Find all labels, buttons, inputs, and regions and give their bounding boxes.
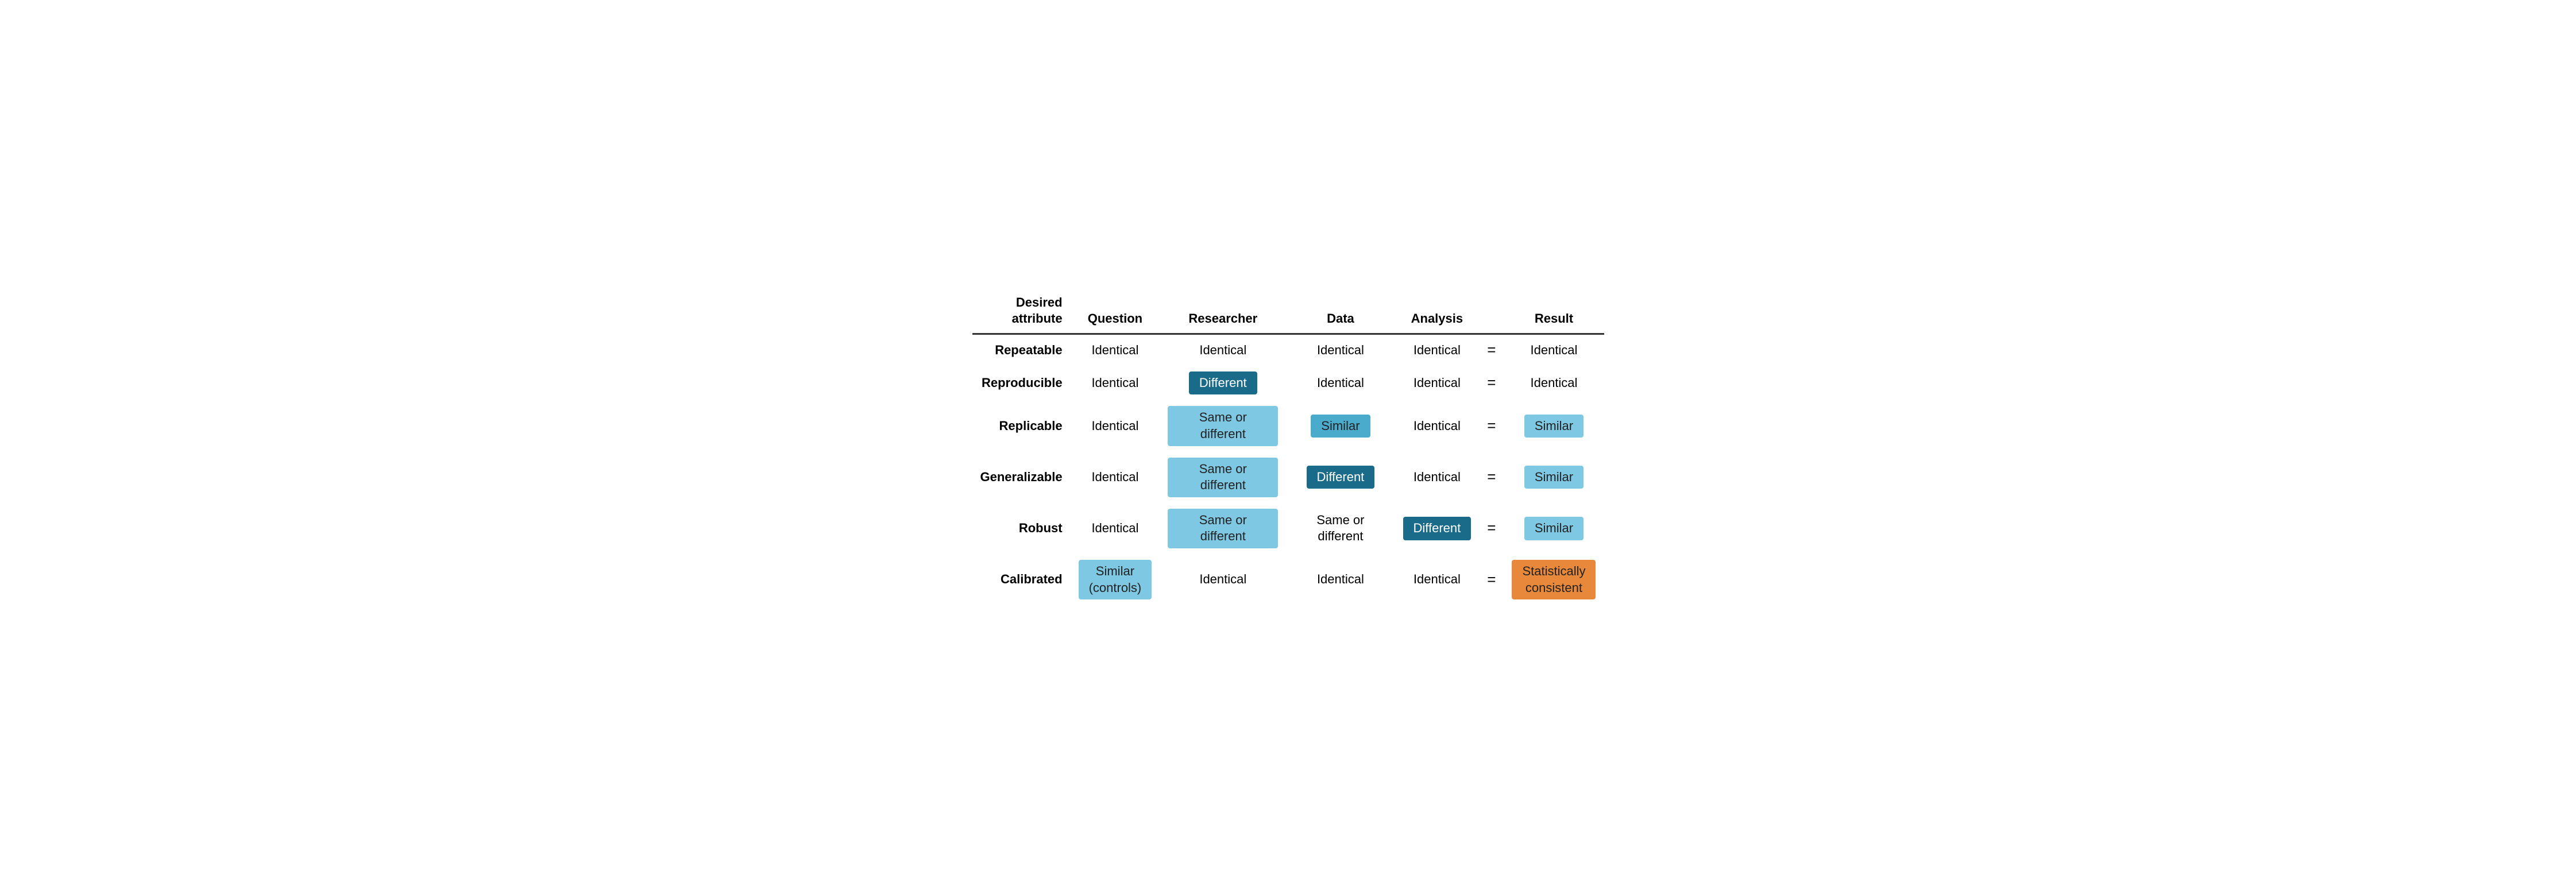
cell-analysis: Identical: [1395, 400, 1480, 451]
table-row: RobustIdenticalSame or differentSame or …: [972, 503, 1604, 554]
cell-equals: =: [1479, 334, 1504, 366]
cell-attribute: Calibrated: [972, 554, 1071, 605]
main-table-container: Desired attribute Question Researcher Da…: [972, 289, 1604, 605]
cell-attribute: Reproducible: [972, 366, 1071, 401]
cell-researcher: Same or different: [1160, 400, 1286, 451]
cell-result: Identical: [1504, 366, 1604, 401]
cell-question: Identical: [1071, 334, 1160, 366]
cell-question: Identical: [1071, 503, 1160, 554]
table-row: CalibratedSimilar (controls)IdenticalIde…: [972, 554, 1604, 605]
cell-data: Similar: [1286, 400, 1395, 451]
cell-result: Similar: [1504, 400, 1604, 451]
cell-result: Similar: [1504, 452, 1604, 503]
header-result: Result: [1504, 289, 1604, 334]
cell-data: Different: [1286, 452, 1395, 503]
table-row: GeneralizableIdenticalSame or differentD…: [972, 452, 1604, 503]
cell-data: Identical: [1286, 334, 1395, 366]
header-analysis: Analysis: [1395, 289, 1480, 334]
cell-result: Similar: [1504, 503, 1604, 554]
cell-analysis: Identical: [1395, 554, 1480, 605]
cell-question: Identical: [1071, 452, 1160, 503]
cell-researcher: Same or different: [1160, 452, 1286, 503]
cell-data: Identical: [1286, 554, 1395, 605]
cell-question: Identical: [1071, 400, 1160, 451]
cell-analysis: Identical: [1395, 334, 1480, 366]
cell-researcher: Different: [1160, 366, 1286, 401]
header-researcher: Researcher: [1160, 289, 1286, 334]
cell-attribute: Robust: [972, 503, 1071, 554]
cell-researcher: Identical: [1160, 554, 1286, 605]
cell-analysis: Identical: [1395, 366, 1480, 401]
cell-equals: =: [1479, 554, 1504, 605]
cell-analysis: Identical: [1395, 452, 1480, 503]
cell-researcher: Identical: [1160, 334, 1286, 366]
cell-question: Identical: [1071, 366, 1160, 401]
table-row: RepeatableIdenticalIdenticalIdenticalIde…: [972, 334, 1604, 366]
cell-result: Statistically consistent: [1504, 554, 1604, 605]
cell-attribute: Generalizable: [972, 452, 1071, 503]
cell-data: Identical: [1286, 366, 1395, 401]
cell-attribute: Replicable: [972, 400, 1071, 451]
cell-equals: =: [1479, 503, 1504, 554]
header-question: Question: [1071, 289, 1160, 334]
header-eq: [1479, 289, 1504, 334]
header-attribute: Desired attribute: [972, 289, 1071, 334]
cell-equals: =: [1479, 366, 1504, 401]
cell-data: Same or different: [1286, 503, 1395, 554]
header-data: Data: [1286, 289, 1395, 334]
table-row: ReplicableIdenticalSame or differentSimi…: [972, 400, 1604, 451]
table-row: ReproducibleIdenticalDifferentIdenticalI…: [972, 366, 1604, 401]
reproducibility-table: Desired attribute Question Researcher Da…: [972, 289, 1604, 605]
cell-equals: =: [1479, 400, 1504, 451]
cell-equals: =: [1479, 452, 1504, 503]
cell-result: Identical: [1504, 334, 1604, 366]
cell-analysis: Different: [1395, 503, 1480, 554]
cell-question: Similar (controls): [1071, 554, 1160, 605]
cell-researcher: Same or different: [1160, 503, 1286, 554]
cell-attribute: Repeatable: [972, 334, 1071, 366]
